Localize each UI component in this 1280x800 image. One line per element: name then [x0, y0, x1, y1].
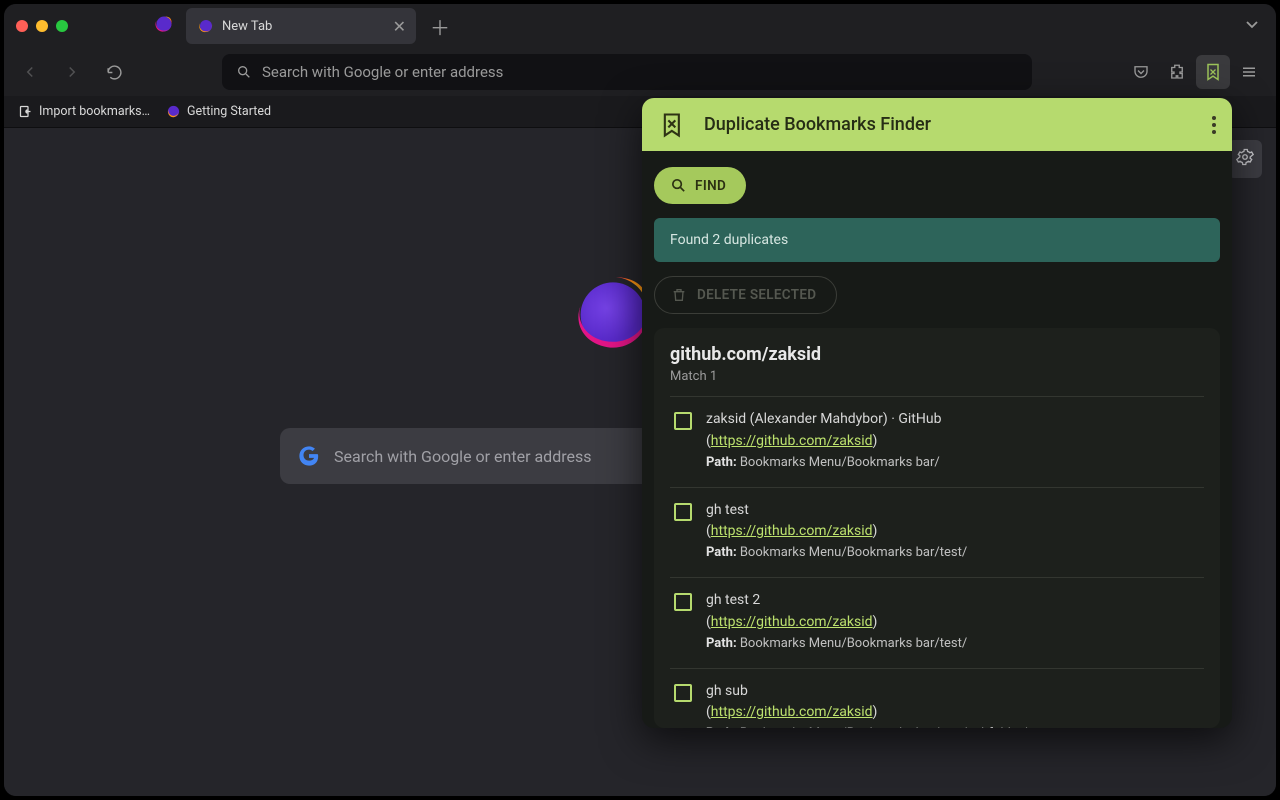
import-bookmarks-button[interactable]: Import bookmarks… — [18, 104, 150, 119]
row-checkbox[interactable] — [674, 593, 692, 611]
newtab-search-placeholder: Search with Google or enter address — [334, 447, 592, 466]
group-subtitle: Match 1 — [670, 369, 1204, 384]
firefox-icon — [154, 14, 174, 38]
row-url-link[interactable]: https://github.com/zaksid — [711, 614, 873, 630]
duplicate-row: gh sub (https://github.com/zaksid) Path:… — [670, 668, 1204, 728]
row-title: zaksid (Alexander Mahdybor) · GitHub — [706, 409, 1204, 431]
delete-selected-button[interactable]: DELETE SELECTED — [654, 276, 837, 314]
duplicate-bookmarks-popup: Duplicate Bookmarks Finder FIND Found 2 … — [642, 98, 1232, 728]
new-tab-button[interactable]: ＋ — [430, 12, 450, 41]
popup-title: Duplicate Bookmarks Finder — [704, 114, 931, 135]
row-url-link[interactable]: https://github.com/zaksid — [711, 523, 873, 539]
newtab-settings-button[interactable] — [1228, 140, 1262, 178]
row-path: Path: Bookmarks Menu/Bookmarks bar/ — [706, 453, 1204, 473]
found-notice-text: Found 2 duplicates — [670, 232, 788, 248]
google-icon — [298, 445, 320, 467]
row-body: gh test 2 (https://github.com/zaksid) Pa… — [706, 590, 1204, 654]
row-title: gh test — [706, 500, 1204, 522]
find-button-label: FIND — [695, 178, 726, 194]
row-checkbox[interactable] — [674, 503, 692, 521]
import-bookmarks-label: Import bookmarks… — [39, 104, 150, 119]
group-title: github.com/zaksid — [670, 344, 1204, 365]
duplicate-row: zaksid (Alexander Mahdybor) · GitHub (ht… — [670, 396, 1204, 487]
back-button[interactable] — [14, 56, 46, 88]
address-bar[interactable]: Search with Google or enter address — [222, 54, 1032, 90]
row-path: Path: Bookmarks Menu/Bookmarks bar/test/ — [706, 634, 1204, 654]
firefox-icon — [166, 104, 181, 119]
popup-body: FIND Found 2 duplicates DELETE SELECTED … — [642, 151, 1232, 728]
row-url-link[interactable]: https://github.com/zaksid — [711, 704, 873, 720]
pocket-button[interactable] — [1124, 55, 1158, 89]
row-checkbox[interactable] — [674, 684, 692, 702]
forward-button[interactable] — [56, 56, 88, 88]
search-icon — [670, 177, 687, 194]
row-body: gh sub (https://github.com/zaksid) Path:… — [706, 681, 1204, 728]
row-title: gh test 2 — [706, 590, 1204, 612]
bookmark-icon — [1203, 62, 1223, 82]
row-url-link[interactable]: https://github.com/zaksid — [711, 433, 873, 449]
popup-menu-button[interactable] — [1212, 116, 1216, 134]
duplicate-row: gh test 2 (https://github.com/zaksid) Pa… — [670, 577, 1204, 668]
trash-icon — [671, 287, 687, 303]
delete-selected-label: DELETE SELECTED — [697, 287, 816, 303]
row-url-line: (https://github.com/zaksid) — [706, 612, 1204, 634]
row-path: Path: Bookmarks Menu/Bookmarks bar/test/… — [706, 724, 1204, 728]
row-url-line: (https://github.com/zaksid) — [706, 521, 1204, 543]
close-window[interactable] — [16, 20, 28, 32]
getting-started-label: Getting Started — [187, 104, 271, 119]
popup-logo-icon — [658, 110, 688, 140]
window-controls — [16, 20, 68, 32]
row-body: gh test (https://github.com/zaksid) Path… — [706, 500, 1204, 564]
found-notice: Found 2 duplicates — [654, 218, 1220, 262]
reload-button[interactable] — [98, 56, 130, 88]
tab-title: New Tab — [222, 19, 272, 34]
firefox-icon — [198, 18, 214, 34]
duplicates-group: github.com/zaksid Match 1 zaksid (Alexan… — [654, 328, 1220, 728]
browser-window: New Tab ✕ ＋ Search with Google or enter … — [4, 4, 1276, 796]
row-path: Path: Bookmarks Menu/Bookmarks bar/test/ — [706, 543, 1204, 563]
popup-header: Duplicate Bookmarks Finder — [642, 98, 1232, 151]
duplicate-row: gh test (https://github.com/zaksid) Path… — [670, 487, 1204, 578]
row-checkbox[interactable] — [674, 412, 692, 430]
row-url-line: (https://github.com/zaksid) — [706, 702, 1204, 724]
gear-icon — [1236, 148, 1254, 166]
search-icon — [236, 64, 252, 80]
browser-tab[interactable]: New Tab ✕ — [186, 8, 416, 44]
import-icon — [18, 104, 33, 119]
minimize-window[interactable] — [36, 20, 48, 32]
maximize-window[interactable] — [56, 20, 68, 32]
address-bar-placeholder: Search with Google or enter address — [262, 63, 503, 81]
extensions-button[interactable] — [1160, 55, 1194, 89]
duplicate-bookmarks-extension-button[interactable] — [1196, 55, 1230, 89]
navigation-toolbar: Search with Google or enter address — [4, 48, 1276, 96]
row-title: gh sub — [706, 681, 1204, 703]
getting-started-bookmark[interactable]: Getting Started — [166, 104, 271, 119]
tab-strip: New Tab ✕ ＋ — [4, 4, 1276, 48]
app-menu-button[interactable] — [1232, 55, 1266, 89]
row-url-line: (https://github.com/zaksid) — [706, 431, 1204, 453]
row-body: zaksid (Alexander Mahdybor) · GitHub (ht… — [706, 409, 1204, 473]
find-button[interactable]: FIND — [654, 167, 746, 204]
all-tabs-button[interactable] — [1244, 16, 1276, 36]
close-tab-icon[interactable]: ✕ — [393, 17, 406, 36]
